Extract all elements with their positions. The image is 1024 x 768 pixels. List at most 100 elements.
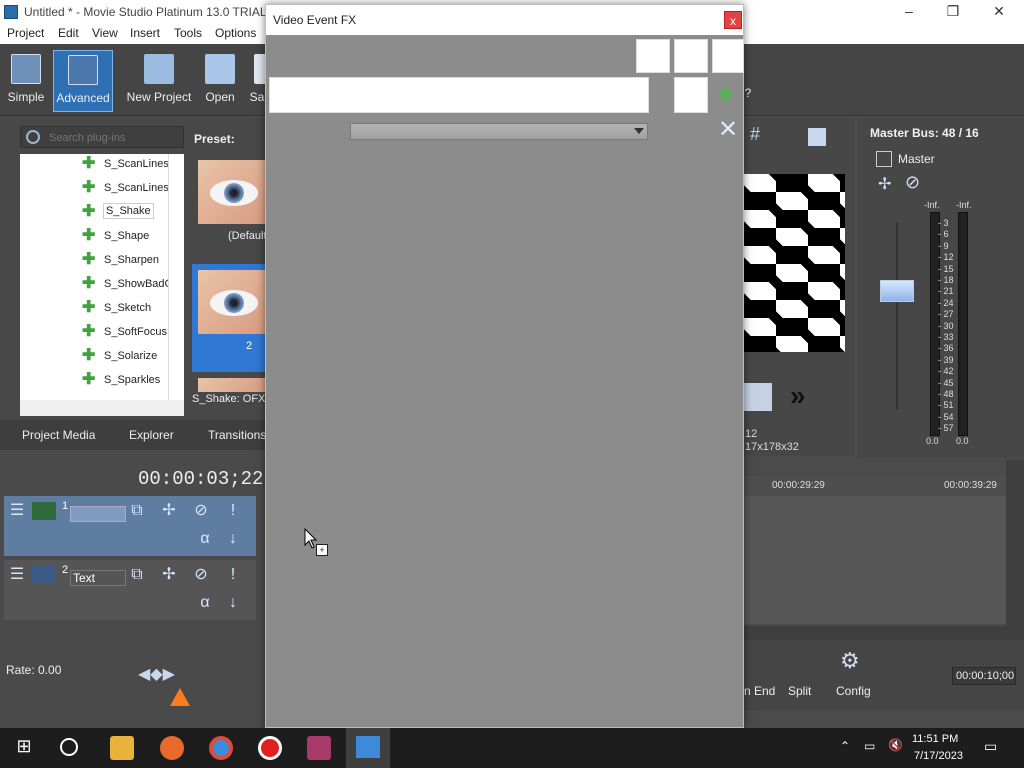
- tree-horizontal-scrollbar[interactable]: [20, 400, 184, 416]
- search-plugins-box[interactable]: [20, 126, 184, 148]
- track-1[interactable]: ☰ 1 ⧉ ✢ ⊘ ! α ↓: [4, 496, 256, 556]
- taskbar-date[interactable]: 7/17/2023: [914, 750, 963, 762]
- fx-toolbar-button[interactable]: [674, 39, 708, 73]
- track-name-field[interactable]: [70, 506, 126, 522]
- timeline-vertical-scrollbar[interactable]: [1006, 460, 1024, 640]
- remove-fx-icon[interactable]: ✕: [718, 118, 742, 143]
- fx-icon[interactable]: [876, 151, 892, 167]
- meter-scale-label: - 33: [938, 332, 954, 342]
- plugin-item[interactable]: ✚ S_SoftFocus: [82, 322, 182, 344]
- timeline-horizontal-scrollbar[interactable]: [744, 626, 1024, 640]
- preset-thumbnail-default[interactable]: [198, 160, 268, 224]
- search-icon[interactable]: [60, 738, 78, 756]
- chevron-up-icon[interactable]: ⌃: [840, 739, 850, 753]
- mute-icon[interactable]: ⊘: [192, 566, 210, 584]
- fx-chain-bar[interactable]: [269, 77, 649, 113]
- firefox-icon[interactable]: [160, 736, 184, 760]
- motion-icon[interactable]: ✢: [160, 566, 178, 584]
- mute-icon[interactable]: ⊘: [192, 502, 210, 520]
- timeline-ruler[interactable]: 00:00:29:29 00:00:39:29: [744, 476, 1006, 496]
- fx-toolbar-button[interactable]: [636, 39, 670, 73]
- mute-icon[interactable]: ⊘: [905, 172, 920, 193]
- winrar-icon[interactable]: [307, 736, 331, 760]
- preset-dropdown[interactable]: [350, 123, 648, 140]
- stop-button-icon[interactable]: [744, 383, 772, 411]
- fx-chain-button[interactable]: [674, 77, 708, 113]
- preview-info-line1: 12: [745, 428, 758, 440]
- plugin-item[interactable]: ✚ S_Solarize: [82, 346, 182, 368]
- motion-icon[interactable]: ✢: [160, 502, 178, 520]
- compositing-icon[interactable]: ⧉: [128, 566, 146, 584]
- plugin-item[interactable]: ✚ S_ScanLines: [82, 154, 182, 176]
- meter-right: [958, 212, 968, 436]
- file-explorer-icon[interactable]: [110, 736, 134, 760]
- track-name-field[interactable]: Text: [70, 570, 126, 586]
- menu-insert[interactable]: Insert: [130, 26, 160, 40]
- alpha-icon[interactable]: α: [196, 594, 214, 612]
- windows-start-icon[interactable]: ⊞: [12, 736, 36, 760]
- plugin-item[interactable]: ✚ S_Sharpen: [82, 250, 182, 272]
- grid-icon[interactable]: #: [750, 124, 760, 145]
- menu-project[interactable]: Project: [7, 26, 44, 40]
- tab-explorer[interactable]: Explorer: [129, 428, 174, 442]
- notification-icon[interactable]: ▭: [984, 738, 997, 755]
- simple-button[interactable]: Simple: [4, 50, 48, 112]
- tree-vertical-scrollbar[interactable]: [168, 154, 184, 402]
- tab-transitions[interactable]: Transitions: [208, 428, 266, 442]
- plugin-item[interactable]: ✚ S_ScanLinesP: [82, 178, 182, 200]
- gear-icon[interactable]: ⚙: [840, 648, 860, 674]
- alpha-icon[interactable]: α: [196, 530, 214, 548]
- tab-project-media[interactable]: Project Media: [22, 428, 95, 442]
- solo-icon[interactable]: !: [224, 502, 242, 520]
- movie-studio-taskbar-button[interactable]: [346, 728, 390, 768]
- new-project-button[interactable]: New Project: [124, 50, 194, 112]
- timeline-tracks-area[interactable]: [744, 496, 1006, 624]
- minimize-button[interactable]: –: [894, 2, 924, 22]
- network-icon[interactable]: ▭: [864, 739, 875, 753]
- config-button[interactable]: Config: [836, 684, 871, 698]
- meter-left-peak: -Inf.: [924, 200, 940, 210]
- advanced-layout-icon: [68, 55, 98, 85]
- plugin-item[interactable]: ✚ S_Sketch: [82, 298, 182, 320]
- plugin-item[interactable]: ✚ S_ShowBadC: [82, 274, 182, 296]
- menu-view[interactable]: View: [92, 26, 118, 40]
- track-2[interactable]: ☰ 2 Text ⧉ ✢ ⊘ ! α ↓: [4, 560, 256, 620]
- preset-thumbnail-3[interactable]: [198, 378, 268, 392]
- end-time-display[interactable]: 00:00:10;00: [952, 667, 1016, 685]
- rate-slider-handle[interactable]: [170, 688, 190, 706]
- copy-snapshot-icon[interactable]: [808, 128, 826, 146]
- plugin-item[interactable]: ✚ S_Sparkles: [82, 370, 182, 392]
- plugin-item[interactable]: ✚ S_Shape: [82, 226, 182, 248]
- track-menu-icon[interactable]: ☰: [8, 502, 26, 520]
- recorder-icon[interactable]: [258, 736, 282, 760]
- motion-icon[interactable]: ✢: [878, 174, 891, 194]
- level-icon[interactable]: ↓: [224, 594, 242, 612]
- taskbar-time[interactable]: 11:51 PM: [912, 733, 958, 745]
- advanced-button[interactable]: Advanced: [53, 50, 113, 112]
- close-button[interactable]: ✕: [984, 2, 1014, 22]
- search-input[interactable]: [49, 130, 179, 145]
- compositing-icon[interactable]: ⧉: [128, 502, 146, 520]
- solo-icon[interactable]: !: [224, 566, 242, 584]
- chrome-icon[interactable]: [209, 736, 233, 760]
- open-button[interactable]: Open: [200, 50, 240, 112]
- menu-tools[interactable]: Tools: [174, 26, 202, 40]
- level-icon[interactable]: ↓: [224, 530, 242, 548]
- master-volume-fader[interactable]: [880, 280, 914, 302]
- dialog-close-button[interactable]: x: [724, 11, 742, 29]
- ruler-mark: 00:00:29:29: [772, 480, 825, 491]
- trim-end-label[interactable]: n End: [744, 684, 775, 698]
- menu-edit[interactable]: Edit: [58, 26, 79, 40]
- plugin-item-selected[interactable]: ✚ S_Shake: [82, 202, 182, 224]
- volume-icon[interactable]: 🔇: [888, 738, 903, 752]
- shuttle-control-icon[interactable]: ◀◆▶: [138, 664, 175, 684]
- track-menu-icon[interactable]: ☰: [8, 566, 26, 584]
- preset-item-selected[interactable]: 2: [192, 264, 268, 372]
- fast-forward-icon[interactable]: »: [790, 380, 806, 412]
- add-fx-icon[interactable]: ✚: [718, 85, 740, 111]
- maximize-button[interactable]: ❐: [938, 2, 968, 22]
- save-button[interactable]: Sa: [248, 50, 266, 112]
- split-button[interactable]: Split: [788, 684, 811, 698]
- fx-toolbar-button[interactable]: [712, 39, 744, 73]
- menu-options[interactable]: Options: [215, 26, 256, 40]
